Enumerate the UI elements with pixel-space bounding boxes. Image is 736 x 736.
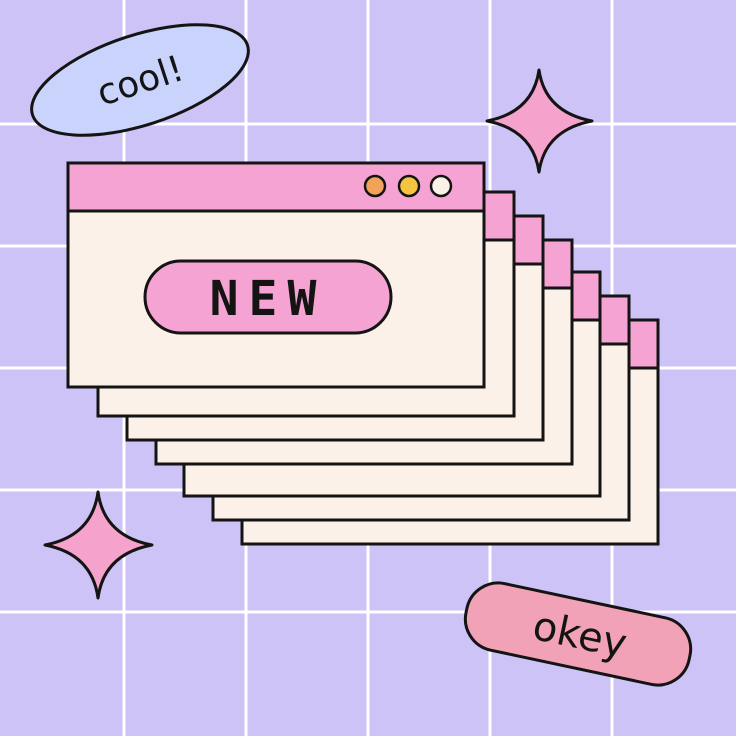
main-window-titlebar <box>66 161 486 213</box>
illustration-canvas: cool! okey NEW <box>0 0 736 736</box>
retro-window-illustration: cool! okey NEW <box>0 0 736 736</box>
new-button-label: NEW <box>210 271 327 327</box>
yellow-dot-icon[interactable] <box>397 174 421 198</box>
main-window: NEW <box>66 161 486 389</box>
cream-dot-icon[interactable] <box>429 174 453 198</box>
new-button[interactable]: NEW <box>143 259 393 335</box>
orange-dot-icon[interactable] <box>363 174 387 198</box>
